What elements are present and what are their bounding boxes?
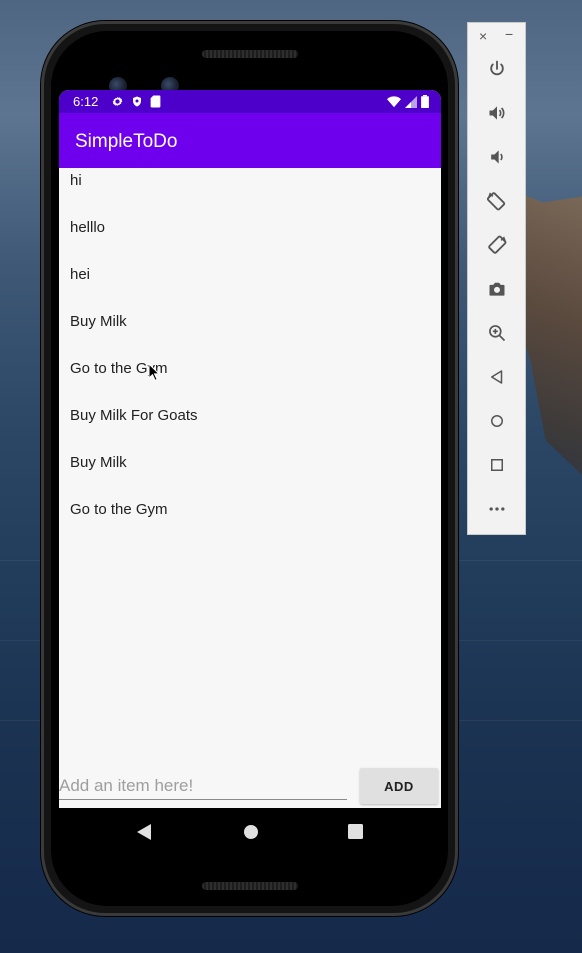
list-item[interactable]: hi [70,172,82,189]
add-item-input[interactable] [59,773,347,800]
recents-icon[interactable] [348,824,363,839]
volume-down-icon[interactable] [485,145,509,169]
app-bar: SimpleToDo [59,113,441,168]
wifi-icon [387,95,401,107]
more-icon[interactable] [485,497,509,521]
rotate-right-icon[interactable] [485,233,509,257]
mouse-pointer-icon [148,363,160,381]
close-icon[interactable]: × [479,28,487,44]
list-item[interactable]: Go to the Gym [70,501,168,518]
list-item[interactable]: Buy Milk [70,454,127,471]
power-icon[interactable] [485,57,509,81]
status-system-icons [387,95,429,108]
overview-icon[interactable] [485,453,509,477]
zoom-icon[interactable] [485,321,509,345]
back-icon[interactable] [485,365,509,389]
status-notification-icons [111,95,161,108]
add-item-row: ADD [59,765,441,808]
gear-icon [112,96,123,107]
shield-icon [133,96,141,107]
cell-signal-icon [405,95,417,108]
minimize-icon[interactable]: − [505,26,513,42]
sd-card-icon [150,95,161,108]
camera-icon[interactable] [485,277,509,301]
back-icon[interactable] [137,824,151,840]
device-screen: 6:12 SimpleToDo hi helllo hei Buy Milk G… [59,90,441,808]
volume-up-icon[interactable] [485,101,509,125]
add-button[interactable]: ADD [360,768,438,804]
earpiece-speaker [202,50,298,58]
battery-icon [421,95,429,108]
app-title: SimpleToDo [75,131,178,152]
list-item[interactable]: hei [70,266,90,283]
emulator-toolbar: × − [467,22,526,535]
list-item[interactable]: Buy Milk [70,313,127,330]
rotate-left-icon[interactable] [485,189,509,213]
home-icon[interactable] [485,409,509,433]
list-item[interactable]: helllo [70,219,105,236]
status-time: 6:12 [73,94,99,109]
home-icon[interactable] [243,824,259,840]
android-nav-bar [59,808,441,856]
bottom-speaker [202,882,298,890]
list-item[interactable]: Buy Milk For Goats [70,407,198,424]
status-bar: 6:12 [59,90,441,113]
